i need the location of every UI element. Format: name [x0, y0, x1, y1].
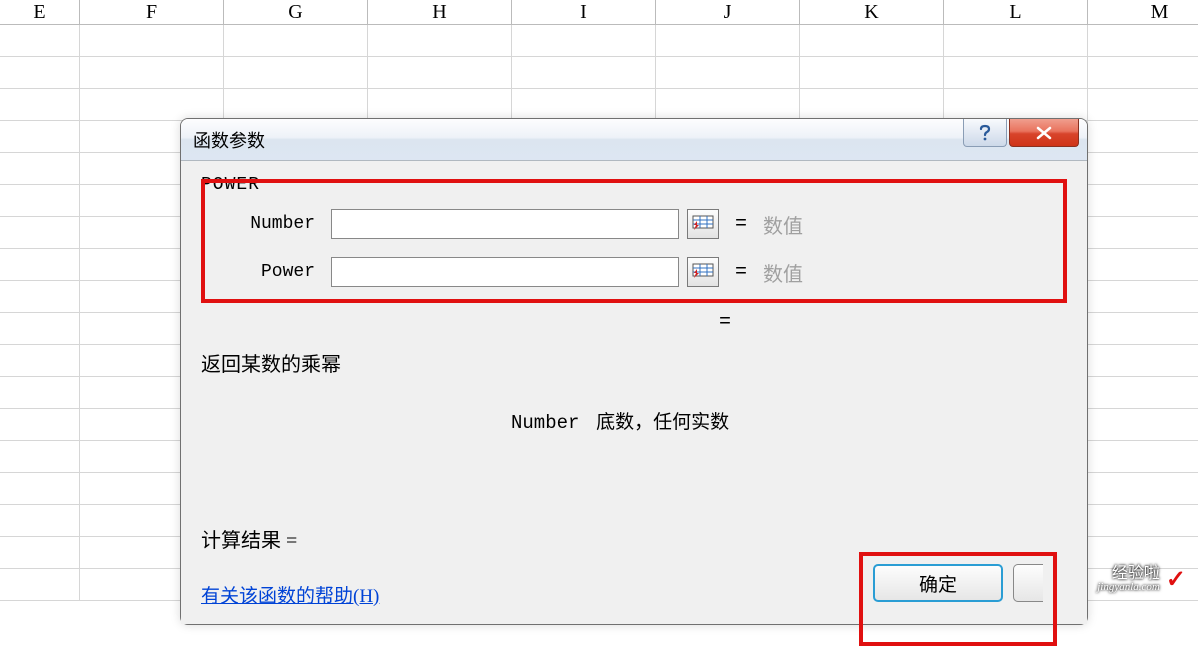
equals-sign: =	[735, 213, 747, 236]
param-hint: 数值	[763, 210, 803, 239]
ok-button[interactable]: 确定	[873, 564, 1003, 602]
function-arguments-dialog: 函数参数 POWER Number	[180, 118, 1088, 625]
help-button[interactable]	[963, 119, 1007, 147]
column-headers: E F G H I J K L M	[0, 0, 1198, 25]
watermark: 经验啦 jingyanla.com ✓	[1097, 565, 1186, 594]
column-header[interactable]: M	[1088, 0, 1198, 24]
grid-row	[0, 25, 1198, 57]
number-input[interactable]	[331, 209, 679, 239]
param-label: Number	[225, 214, 315, 234]
parameter-description: Number 底数，任何实数	[511, 407, 1067, 434]
grid-row	[0, 57, 1198, 89]
function-help-link[interactable]: 有关该函数的帮助(H)	[201, 581, 379, 608]
titlebar[interactable]: 函数参数	[181, 119, 1087, 161]
check-icon: ✓	[1166, 565, 1186, 594]
param-row-power: Power = 数值	[225, 257, 1043, 287]
param-hint: 数值	[763, 258, 803, 287]
param-label: Power	[225, 262, 315, 282]
column-header[interactable]: F	[80, 0, 224, 24]
param-row-number: Number = 数值	[225, 209, 1043, 239]
column-header[interactable]: G	[224, 0, 368, 24]
column-header[interactable]: L	[944, 0, 1088, 24]
range-selector-icon	[692, 215, 714, 233]
cancel-button-partial[interactable]	[1013, 564, 1043, 602]
help-icon	[977, 124, 993, 142]
parameters-highlight: Number = 数值 Power	[201, 179, 1067, 303]
function-description: 返回某数的乘幂	[201, 348, 1067, 377]
grid-row	[0, 89, 1198, 121]
column-header[interactable]: I	[512, 0, 656, 24]
range-selector-button[interactable]	[687, 257, 719, 287]
column-header[interactable]: H	[368, 0, 512, 24]
column-header[interactable]: E	[0, 0, 80, 24]
result-equals: =	[719, 311, 1067, 334]
equals-sign: =	[735, 261, 747, 284]
power-input[interactable]	[331, 257, 679, 287]
close-icon	[1035, 126, 1053, 140]
dialog-title: 函数参数	[193, 127, 265, 153]
column-header[interactable]: J	[656, 0, 800, 24]
watermark-cn: 经验啦	[1112, 566, 1160, 582]
watermark-en: jingyanla.com	[1097, 582, 1160, 593]
calculation-result-label: 计算结果 =	[201, 524, 1067, 553]
close-button[interactable]	[1009, 119, 1079, 147]
range-selector-icon	[692, 263, 714, 281]
range-selector-button[interactable]	[687, 209, 719, 239]
column-header[interactable]: K	[800, 0, 944, 24]
ok-button-highlight: 确定	[859, 552, 1057, 646]
